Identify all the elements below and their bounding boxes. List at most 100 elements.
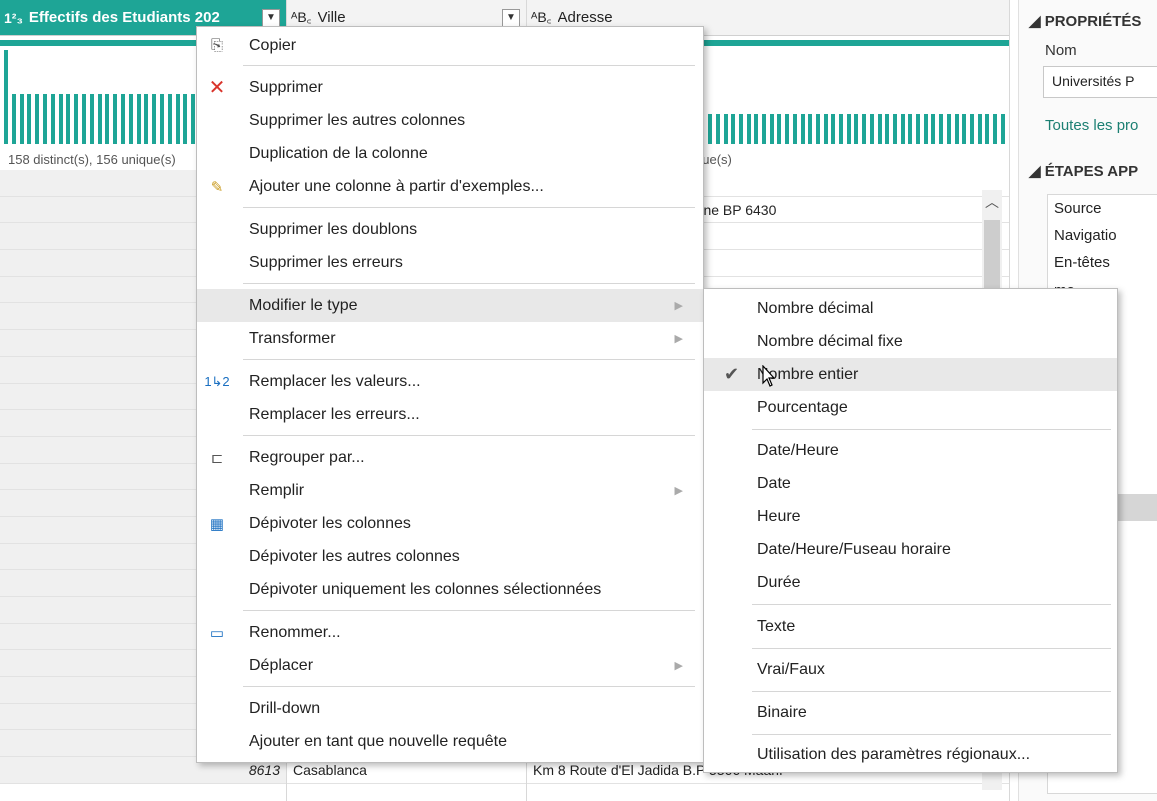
applied-step[interactable]: En-têtes bbox=[1048, 249, 1157, 276]
distribution-bar bbox=[152, 94, 157, 144]
distribution-bar bbox=[954, 114, 959, 144]
menu-item-delete-others[interactable]: Supprimer les autres colonnes bbox=[197, 104, 703, 137]
menu-item-unpivot-others[interactable]: Dépivoter les autres colonnes bbox=[197, 540, 703, 573]
distribution-bar bbox=[993, 114, 997, 144]
distribution-bar bbox=[885, 114, 890, 144]
properties-section-title[interactable]: ◢ PROPRIÉTÉS bbox=[1019, 12, 1141, 30]
distribution-bar bbox=[792, 114, 797, 144]
distribution-bar bbox=[715, 114, 720, 144]
column-filter-dropdown-icon[interactable]: ▼ bbox=[502, 8, 520, 27]
menu-item-fill[interactable]: Remplir ▶ bbox=[197, 474, 703, 507]
distribution-bar bbox=[823, 114, 828, 144]
distribution-bar bbox=[723, 114, 728, 144]
submenu-item-text[interactable]: Texte bbox=[704, 610, 1117, 643]
text-type-icon[interactable]: ᴬB꜀ bbox=[287, 8, 318, 27]
replace-values-icon: 1↳2 bbox=[204, 373, 230, 389]
menu-item-replace-values[interactable]: 1↳2 Remplacer les valeurs... bbox=[197, 365, 703, 398]
menu-item-unpivot-selected[interactable]: Dépivoter uniquement les colonnes sélect… bbox=[197, 573, 703, 606]
column-distribution-stats: 158 distinct(s), 156 unique(s) bbox=[8, 152, 176, 167]
menu-separator bbox=[752, 648, 1111, 649]
menu-item-remove-errors[interactable]: Supprimer les erreurs bbox=[197, 246, 703, 279]
menu-item-add-from-examples[interactable]: ✎ Ajouter une colonne à partir d'exemple… bbox=[197, 170, 703, 203]
distribution-bar bbox=[962, 114, 967, 144]
menu-item-remove-duplicates[interactable]: Supprimer les doublons bbox=[197, 213, 703, 246]
distribution-bar bbox=[831, 114, 836, 144]
menu-item-change-type[interactable]: Modifier le type ▶ bbox=[197, 289, 703, 322]
column-filter-dropdown-icon[interactable]: ▼ bbox=[262, 8, 280, 27]
submenu-item-percentage[interactable]: Pourcentage bbox=[704, 391, 1117, 424]
menu-item-replace-errors[interactable]: Remplacer les erreurs... bbox=[197, 398, 703, 431]
distribution-bar bbox=[939, 114, 944, 144]
menu-item-move[interactable]: Déplacer ▶ bbox=[197, 649, 703, 682]
distribution-bar bbox=[708, 114, 713, 144]
distribution-bar bbox=[50, 94, 55, 144]
distribution-bar bbox=[746, 114, 751, 144]
collapse-triangle-icon[interactable]: ◢ bbox=[1029, 163, 1041, 180]
all-properties-link[interactable]: Toutes les pro bbox=[1045, 117, 1138, 134]
chevron-right-icon: ▶ bbox=[674, 300, 683, 312]
distribution-bar bbox=[738, 114, 743, 144]
menu-item-copy[interactable]: ⎘ Copier bbox=[197, 29, 703, 62]
copy-icon: ⎘ bbox=[210, 37, 223, 54]
distribution-bar bbox=[769, 114, 774, 144]
text-type-icon[interactable]: ᴬB꜀ bbox=[527, 8, 558, 27]
submenu-item-fixed-decimal[interactable]: Nombre décimal fixe bbox=[704, 325, 1117, 358]
menu-separator bbox=[752, 691, 1111, 692]
applied-step[interactable]: Source bbox=[1048, 195, 1157, 222]
chevron-right-icon: ▶ bbox=[674, 333, 683, 345]
menu-item-add-as-query[interactable]: Ajouter en tant que nouvelle requête bbox=[197, 725, 703, 758]
applied-step[interactable]: Navigatio bbox=[1048, 222, 1157, 249]
collapse-triangle-icon[interactable]: ◢ bbox=[1029, 13, 1041, 30]
distribution-bar bbox=[121, 94, 125, 144]
submenu-item-duration[interactable]: Durée bbox=[704, 566, 1117, 599]
submenu-item-datetime[interactable]: Date/Heure bbox=[704, 434, 1117, 467]
submenu-item-time[interactable]: Heure bbox=[704, 500, 1117, 533]
menu-item-unpivot[interactable]: ▦ Dépivoter les colonnes bbox=[197, 507, 703, 540]
distribution-bar bbox=[58, 94, 63, 144]
query-name-input[interactable]: Universités P bbox=[1043, 66, 1157, 98]
submenu-item-decimal[interactable]: Nombre décimal bbox=[704, 292, 1117, 325]
checkmark-icon: ✔ bbox=[724, 364, 740, 384]
submenu-item-locale[interactable]: Utilisation des paramètres régionaux... bbox=[704, 738, 1117, 771]
distribution-bar bbox=[931, 114, 936, 144]
distribution-bar bbox=[808, 114, 813, 144]
submenu-item-datetimezone[interactable]: Date/Heure/Fuseau horaire bbox=[704, 533, 1117, 566]
submenu-item-boolean[interactable]: Vrai/Faux bbox=[704, 653, 1117, 686]
distribution-bar bbox=[27, 94, 32, 144]
distribution-bar bbox=[762, 114, 766, 144]
submenu-item-binary[interactable]: Binaire bbox=[704, 696, 1117, 729]
distribution-bar bbox=[892, 114, 897, 144]
applied-steps-section-title[interactable]: ◢ ÉTAPES APP bbox=[1019, 162, 1138, 180]
distribution-bar bbox=[66, 94, 71, 144]
distribution-bar bbox=[946, 114, 951, 144]
distribution-bar bbox=[862, 114, 867, 144]
menu-item-rename[interactable]: ▭ Renommer... bbox=[197, 616, 703, 649]
distribution-bar bbox=[105, 94, 110, 144]
whole-number-type-icon[interactable]: 1²₃ bbox=[0, 10, 29, 26]
chevron-up-icon[interactable]: ︿ bbox=[982, 190, 1002, 214]
menu-item-duplicate[interactable]: Duplication de la colonne bbox=[197, 137, 703, 170]
unpivot-icon: ▦ bbox=[209, 515, 225, 533]
distribution-bar bbox=[877, 114, 882, 144]
distribution-bar bbox=[113, 94, 118, 144]
menu-separator bbox=[243, 686, 695, 687]
menu-item-drill-down[interactable]: Drill-down bbox=[197, 692, 703, 725]
distribution-bar bbox=[815, 114, 820, 144]
column-header-label: Adresse bbox=[557, 9, 613, 26]
distribution-bar bbox=[900, 114, 905, 144]
distribution-bar bbox=[977, 114, 982, 144]
distribution-bar bbox=[846, 114, 851, 144]
chevron-right-icon: ▶ bbox=[674, 485, 683, 497]
distribution-bar bbox=[839, 114, 843, 144]
distribution-bar bbox=[785, 114, 790, 144]
menu-separator bbox=[243, 610, 695, 611]
menu-item-group-by[interactable]: ⊏ Regrouper par... bbox=[197, 441, 703, 474]
group-by-icon: ⊏ bbox=[210, 449, 224, 467]
change-type-submenu: Nombre décimal Nombre décimal fixe ✔ Nom… bbox=[703, 288, 1118, 773]
menu-item-transform[interactable]: Transformer ▶ bbox=[197, 322, 703, 355]
menu-item-delete[interactable]: ✕ Supprimer bbox=[197, 71, 703, 104]
distribution-bar bbox=[167, 94, 172, 144]
distribution-bar bbox=[136, 94, 141, 144]
submenu-item-date[interactable]: Date bbox=[704, 467, 1117, 500]
distribution-bar bbox=[1000, 114, 1005, 144]
